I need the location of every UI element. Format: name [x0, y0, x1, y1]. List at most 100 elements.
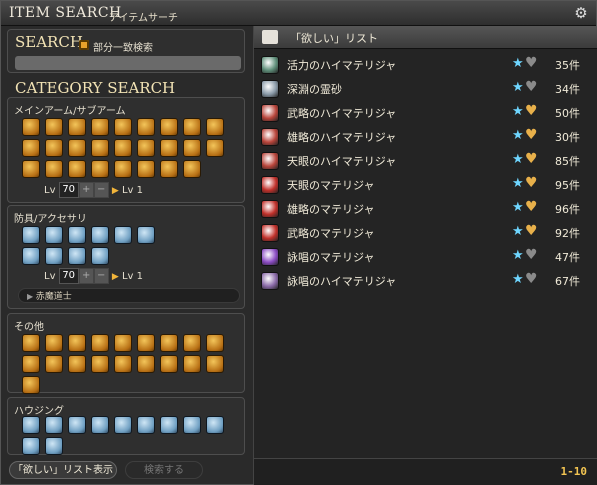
- heart-icon[interactable]: ♥: [525, 175, 538, 191]
- category-filter-icon[interactable]: [160, 416, 178, 434]
- category-filter-icon[interactable]: [137, 416, 155, 434]
- category-filter-icon[interactable]: [68, 226, 86, 244]
- category-filter-icon[interactable]: [45, 437, 63, 455]
- category-filter-icon[interactable]: [22, 118, 40, 136]
- level-minus-button[interactable]: −: [93, 268, 109, 284]
- search-button[interactable]: 検索する: [125, 461, 203, 479]
- category-filter-icon[interactable]: [114, 139, 132, 157]
- category-filter-icon[interactable]: [22, 355, 40, 373]
- category-filter-icon[interactable]: [160, 334, 178, 352]
- wishlist-row[interactable]: 深淵の霊砂 ★ ♥ 34件: [254, 77, 597, 101]
- category-filter-icon[interactable]: [68, 118, 86, 136]
- category-filter-icon[interactable]: [114, 118, 132, 136]
- category-filter-icon[interactable]: [183, 334, 201, 352]
- category-filter-icon[interactable]: [137, 334, 155, 352]
- category-filter-icon[interactable]: [45, 247, 63, 265]
- heart-icon[interactable]: ♥: [525, 247, 538, 263]
- category-filter-icon[interactable]: [22, 416, 40, 434]
- gear-icon[interactable]: ⚙: [572, 4, 590, 22]
- category-filter-icon[interactable]: [22, 160, 40, 178]
- category-filter-icon[interactable]: [183, 139, 201, 157]
- level-plus-button[interactable]: +: [78, 182, 94, 198]
- category-filter-icon[interactable]: [91, 355, 109, 373]
- category-filter-icon[interactable]: [137, 160, 155, 178]
- category-filter-icon[interactable]: [45, 118, 63, 136]
- category-filter-icon[interactable]: [183, 118, 201, 136]
- category-filter-icon[interactable]: [206, 334, 224, 352]
- heart-icon[interactable]: ♥: [525, 127, 538, 143]
- search-input[interactable]: [15, 56, 241, 70]
- level-input[interactable]: 70: [58, 182, 79, 198]
- category-filter-icon[interactable]: [137, 355, 155, 373]
- category-filter-icon[interactable]: [137, 139, 155, 157]
- category-filter-icon[interactable]: [68, 247, 86, 265]
- heart-icon[interactable]: ♥: [525, 103, 538, 119]
- heart-icon[interactable]: ♥: [525, 79, 538, 95]
- category-filter-icon[interactable]: [22, 139, 40, 157]
- heart-icon[interactable]: ♥: [525, 271, 538, 287]
- category-filter-icon[interactable]: [68, 416, 86, 434]
- category-filter-icon[interactable]: [183, 416, 201, 434]
- category-filter-icon[interactable]: [22, 437, 40, 455]
- show-wishlist-button[interactable]: 「欲しい」リスト表示: [9, 461, 117, 479]
- category-filter-icon[interactable]: [91, 118, 109, 136]
- heart-icon[interactable]: ♥: [525, 199, 538, 215]
- category-filter-icon[interactable]: [206, 355, 224, 373]
- heart-icon[interactable]: ♥: [525, 55, 538, 71]
- wishlist-row[interactable]: 武略のハイマテリジャ ★ ♥ 50件: [254, 101, 597, 125]
- title-bar[interactable]: ITEM SEARCH アイテムサーチ ⚙: [1, 1, 596, 26]
- level-minus-button[interactable]: −: [93, 182, 109, 198]
- category-filter-icon[interactable]: [91, 160, 109, 178]
- wishlist-row[interactable]: 活力のハイマテリジャ ★ ♥ 35件: [254, 53, 597, 77]
- category-filter-icon[interactable]: [160, 118, 178, 136]
- category-filter-icon[interactable]: [68, 139, 86, 157]
- category-filter-icon[interactable]: [45, 416, 63, 434]
- class-dropdown[interactable]: ▶ 赤魔道士: [18, 288, 240, 303]
- category-filter-icon[interactable]: [137, 226, 155, 244]
- wishlist-row[interactable]: 天眼のマテリジャ ★ ♥ 95件: [254, 173, 597, 197]
- category-filter-icon[interactable]: [45, 139, 63, 157]
- category-filter-icon[interactable]: [206, 139, 224, 157]
- category-filter-icon[interactable]: [137, 118, 155, 136]
- heart-icon[interactable]: ♥: [525, 223, 538, 239]
- category-filter-icon[interactable]: [114, 334, 132, 352]
- category-filter-icon[interactable]: [183, 160, 201, 178]
- category-filter-icon[interactable]: [91, 334, 109, 352]
- category-filter-icon[interactable]: [160, 139, 178, 157]
- category-filter-icon[interactable]: [114, 416, 132, 434]
- wishlist-row[interactable]: 天眼のハイマテリジャ ★ ♥ 85件: [254, 149, 597, 173]
- wishlist-row[interactable]: 武略のマテリジャ ★ ♥ 92件: [254, 221, 597, 245]
- category-filter-icon[interactable]: [45, 226, 63, 244]
- category-filter-icon[interactable]: [45, 160, 63, 178]
- category-filter-icon[interactable]: [68, 355, 86, 373]
- level-plus-button[interactable]: +: [78, 268, 94, 284]
- level-input[interactable]: 70: [58, 268, 79, 284]
- category-filter-icon[interactable]: [91, 139, 109, 157]
- category-filter-icon[interactable]: [45, 334, 63, 352]
- category-filter-icon[interactable]: [91, 247, 109, 265]
- category-header: CATEGORY SEARCH: [15, 79, 176, 97]
- category-filter-icon[interactable]: [114, 160, 132, 178]
- wishlist-row[interactable]: 詠唱のマテリジャ ★ ♥ 47件: [254, 245, 597, 269]
- category-filter-icon[interactable]: [22, 247, 40, 265]
- category-filter-icon[interactable]: [160, 160, 178, 178]
- heart-icon[interactable]: ♥: [525, 151, 538, 167]
- wishlist-row[interactable]: 雄略のマテリジャ ★ ♥ 96件: [254, 197, 597, 221]
- category-filter-icon[interactable]: [206, 118, 224, 136]
- wishlist-row[interactable]: 詠唱のハイマテリジャ ★ ♥ 67件: [254, 269, 597, 293]
- category-filter-icon[interactable]: [22, 226, 40, 244]
- category-filter-icon[interactable]: [68, 160, 86, 178]
- wishlist-row[interactable]: 雄略のハイマテリジャ ★ ♥ 30件: [254, 125, 597, 149]
- category-filter-icon[interactable]: [183, 355, 201, 373]
- category-filter-icon[interactable]: [68, 334, 86, 352]
- category-filter-icon[interactable]: [114, 355, 132, 373]
- category-filter-icon[interactable]: [206, 416, 224, 434]
- category-filter-icon[interactable]: [91, 416, 109, 434]
- category-filter-icon[interactable]: [114, 226, 132, 244]
- partial-match-checkbox[interactable]: [79, 40, 89, 50]
- category-filter-icon[interactable]: [22, 334, 40, 352]
- category-filter-icon[interactable]: [91, 226, 109, 244]
- category-filter-icon[interactable]: [160, 355, 178, 373]
- category-filter-icon[interactable]: [22, 376, 40, 394]
- category-filter-icon[interactable]: [45, 355, 63, 373]
